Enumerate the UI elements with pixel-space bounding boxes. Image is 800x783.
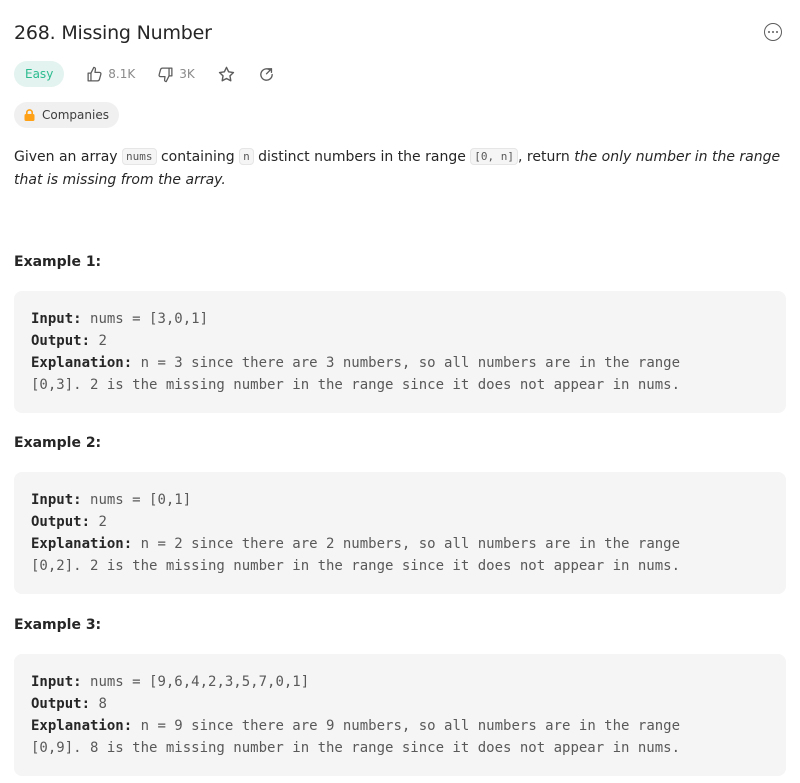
example-3-box: Input: nums = [9,6,4,2,3,5,7,0,1] Output…	[14, 654, 786, 776]
example-2-title: Example 2:	[14, 435, 102, 451]
example-3-title: Example 3:	[14, 617, 102, 633]
output-label: Output:	[31, 514, 91, 530]
favorite-button[interactable]	[217, 65, 236, 84]
output-label: Output:	[31, 333, 91, 349]
inline-code: [0, n]	[470, 148, 519, 165]
inline-code: nums	[122, 148, 157, 165]
example-explanation: n = 2 since there are 2 numbers, so all …	[140, 536, 681, 552]
example-explanation: [0,9]. 8 is the missing number in the ra…	[31, 740, 681, 756]
input-label: Input:	[31, 674, 82, 690]
thumbs-up-icon	[87, 66, 102, 82]
more-options-icon[interactable]	[764, 23, 782, 41]
description-text: Given an array	[14, 149, 123, 165]
share-icon	[259, 67, 273, 81]
problem-description: Given an array nums containing n distinc…	[14, 146, 786, 192]
output-label: Output:	[31, 696, 91, 712]
thumbs-down-icon	[158, 66, 173, 82]
example-1-title: Example 1:	[14, 254, 102, 270]
example-1-box: Input: nums = [3,0,1] Output: 2 Explanat…	[14, 291, 786, 413]
like-count: 8.1K	[108, 67, 136, 81]
companies-label: Companies	[42, 108, 109, 122]
example-output: 8	[98, 696, 107, 712]
problem-page: 268. Missing Number Easy 8.1K 3K Compani…	[0, 0, 800, 783]
example-explanation: n = 9 since there are 9 numbers, so all …	[140, 718, 681, 734]
title-row: 268. Missing Number	[14, 20, 786, 46]
dislike-count: 3K	[179, 67, 195, 81]
example-input: nums = [9,6,4,2,3,5,7,0,1]	[90, 674, 310, 690]
example-input: nums = [0,1]	[90, 492, 192, 508]
explanation-label: Explanation:	[31, 536, 133, 552]
description-text: containing	[156, 149, 240, 165]
explanation-label: Explanation:	[31, 355, 133, 371]
dislike-button[interactable]: 3K	[157, 66, 195, 83]
input-label: Input:	[31, 492, 82, 508]
example-explanation: [0,2]. 2 is the missing number in the ra…	[31, 558, 681, 574]
like-button[interactable]: 8.1K	[86, 66, 135, 83]
example-output: 2	[98, 333, 107, 349]
description-text: , return	[518, 149, 575, 165]
example-input: nums = [3,0,1]	[90, 311, 209, 327]
explanation-label: Explanation:	[31, 718, 133, 734]
share-button[interactable]	[258, 66, 275, 83]
example-2-box: Input: nums = [0,1] Output: 2 Explanatio…	[14, 472, 786, 594]
difficulty-badge: Easy	[14, 61, 65, 87]
example-output: 2	[98, 514, 107, 530]
inline-code: n	[239, 148, 254, 165]
problem-meta-row: Easy 8.1K 3K	[14, 60, 275, 88]
companies-tag[interactable]: Companies	[14, 102, 119, 128]
example-explanation: [0,3]. 2 is the missing number in the ra…	[31, 377, 681, 393]
description-text: distinct numbers in the range	[253, 149, 471, 165]
lock-icon	[24, 109, 35, 121]
star-icon	[218, 66, 234, 81]
input-label: Input:	[31, 311, 82, 327]
problem-title: 268. Missing Number	[14, 22, 212, 44]
example-explanation: n = 3 since there are 3 numbers, so all …	[140, 355, 681, 371]
